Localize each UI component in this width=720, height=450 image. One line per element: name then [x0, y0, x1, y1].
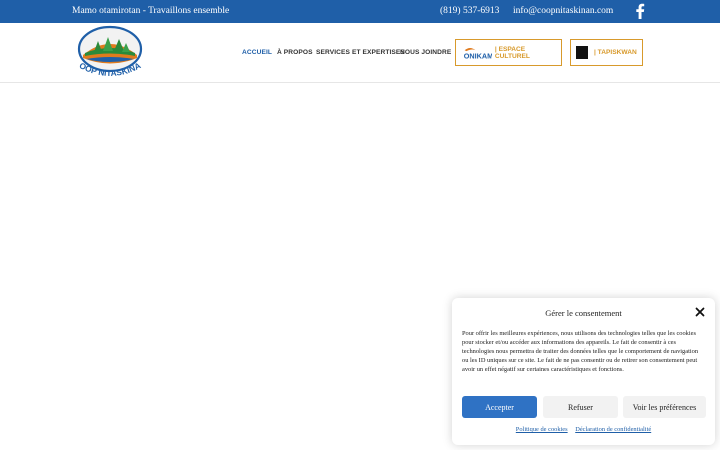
- email-link[interactable]: info@coopnitaskinan.com: [513, 6, 613, 16]
- consent-title: Gérer le consentement: [545, 308, 622, 318]
- nav-nous-joindre[interactable]: NOUS JOINDRE: [400, 49, 451, 56]
- consent-text: Pour offrir les meilleures expériences, …: [462, 330, 699, 374]
- nav-accueil[interactable]: ACCUEIL: [242, 49, 272, 56]
- espace-culturel-button[interactable]: ONIKAM | ESPACE CULTUREL: [455, 39, 562, 66]
- tapiskwan-button[interactable]: | TAPISKWAN: [570, 39, 643, 66]
- coop-nitaskinan-logo[interactable]: COOP NITASKINAN: [72, 25, 148, 81]
- preferences-button[interactable]: Voir les préférences: [623, 396, 706, 418]
- tapiskwan-logo: [576, 46, 588, 59]
- nav-services[interactable]: SERVICES ET EXPERTISES: [316, 49, 405, 56]
- top-bar: Mamo otamirotan - Travaillons ensemble (…: [0, 0, 720, 23]
- accept-button[interactable]: Accepter: [462, 396, 537, 418]
- nav-a-propos[interactable]: À PROPOS: [277, 49, 313, 56]
- privacy-link[interactable]: Déclaration de confidentialité: [575, 426, 651, 433]
- tapiskwan-label: | TAPISKWAN: [594, 49, 637, 56]
- svg-text:ONIKAM: ONIKAM: [464, 51, 492, 60]
- site-header: COOP NITASKINAN ACCUEIL À PROPOS SERVICE…: [0, 23, 720, 83]
- cookie-consent-dialog: Gérer le consentement Pour offrir les me…: [452, 298, 715, 445]
- consent-links: Politique de cookies Déclaration de conf…: [452, 426, 715, 433]
- phone-link[interactable]: (819) 537-6913: [440, 6, 499, 16]
- close-icon[interactable]: [695, 307, 705, 317]
- cookie-policy-link[interactable]: Politique de cookies: [516, 426, 568, 433]
- espace-culturel-label: | ESPACE CULTUREL: [494, 45, 530, 60]
- tagline: Mamo otamirotan - Travaillons ensemble: [72, 6, 230, 16]
- facebook-icon[interactable]: [635, 3, 645, 19]
- onikam-logo: ONIKAM: [464, 47, 492, 60]
- refuse-button[interactable]: Refuser: [543, 396, 618, 418]
